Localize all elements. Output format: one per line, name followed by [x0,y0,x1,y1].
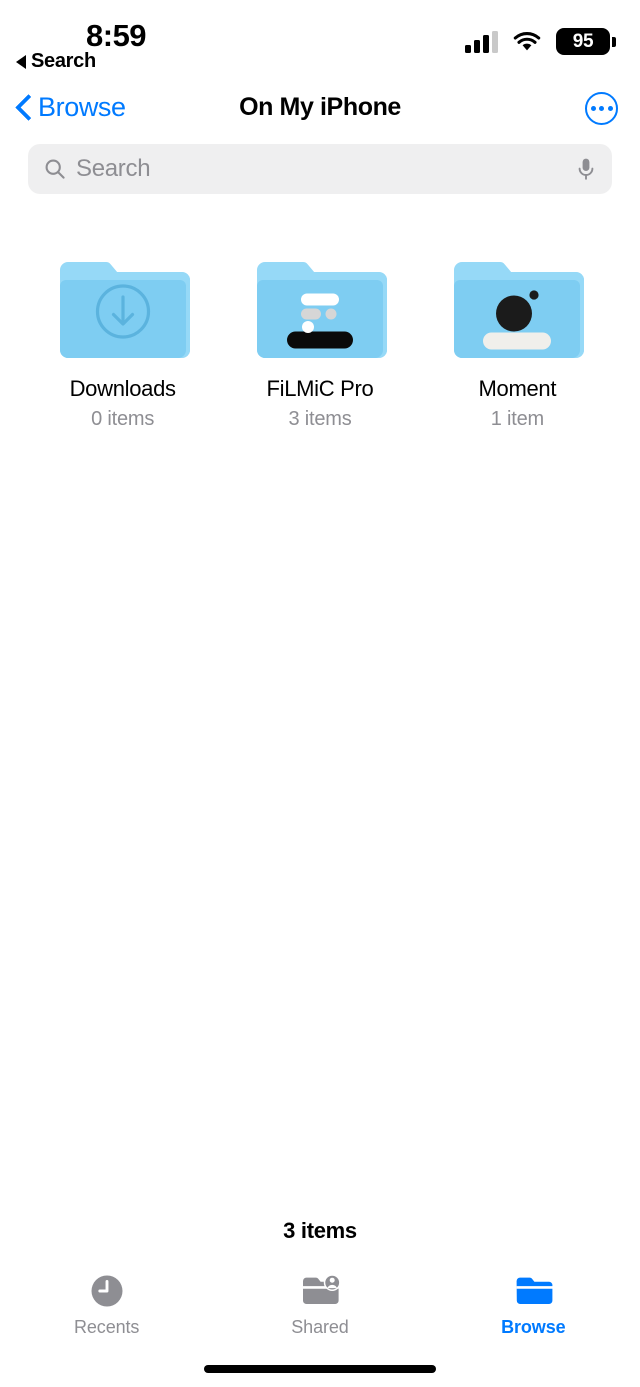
folder-item-count: 0 items [91,408,155,431]
page-title: On My iPhone [239,92,401,121]
moment-camera-app-icon [483,278,552,351]
tab-label: Recents [73,1317,140,1337]
folder-icon [450,256,585,364]
navigation-bar: Browse On My iPhone [0,78,640,136]
tab-shared[interactable]: Shared [213,1263,426,1355]
tab-recents[interactable]: Recents [0,1263,213,1355]
folder-item-filmic-pro[interactable]: FiLMiC Pro 3 items [221,256,418,431]
file-browser-content: Downloads 0 items FiLMiC Pro 3 items Mom… [0,194,640,431]
battery-tip [612,36,616,47]
item-count-footer: 3 items [283,1218,357,1243]
cellular-bars-icon [465,30,498,53]
folder-icon [253,256,387,364]
wifi-icon [512,31,542,53]
tab-bar: Recents Shared Browse [0,1263,640,1355]
tab-label: Browse [501,1317,566,1337]
ellipsis-dot [607,106,613,111]
status-bar: 8:59 Search 95 [0,0,640,78]
folder-item-downloads[interactable]: Downloads 0 items [24,256,221,431]
back-triangle-icon [16,54,26,69]
folder-item-count: 1 item [490,408,544,431]
folder-item-moment[interactable]: Moment 1 item [419,256,616,431]
folder-icon [56,256,190,364]
folder-item-count: 3 items [288,408,352,431]
battery-percent-label: 95 [572,30,594,52]
folder-icon [512,1271,554,1311]
tab-label: Shared [291,1317,349,1337]
battery-icon: 95 [556,28,616,55]
home-indicator[interactable] [204,1365,436,1373]
search-input[interactable]: Search [76,155,566,183]
status-bar-indicators: 95 [465,28,616,55]
search-field[interactable]: Search [28,144,612,194]
folder-person-icon [299,1271,341,1311]
folder-name: FiLMiC Pro [266,376,374,401]
folder-name: Moment [478,376,557,401]
folder-grid: Downloads 0 items FiLMiC Pro 3 items Mom… [0,256,640,431]
back-to-app-label: Search [31,50,96,72]
clock-icon [86,1271,128,1311]
magnifier-icon [44,158,66,180]
filmic-pro-app-icon [286,279,353,350]
ellipsis-dot [599,106,604,111]
ellipsis-circle-icon[interactable] [585,92,618,125]
back-to-app-indicator[interactable]: Search [16,50,96,73]
tab-browse[interactable]: Browse [427,1263,640,1355]
folder-name: Downloads [69,376,176,401]
microphone-icon[interactable] [576,157,596,181]
search-bar-container: Search [0,136,640,194]
download-arrow-circle-icon [94,283,152,346]
ellipsis-dot [590,106,596,111]
status-time: 8:59 [86,18,147,53]
